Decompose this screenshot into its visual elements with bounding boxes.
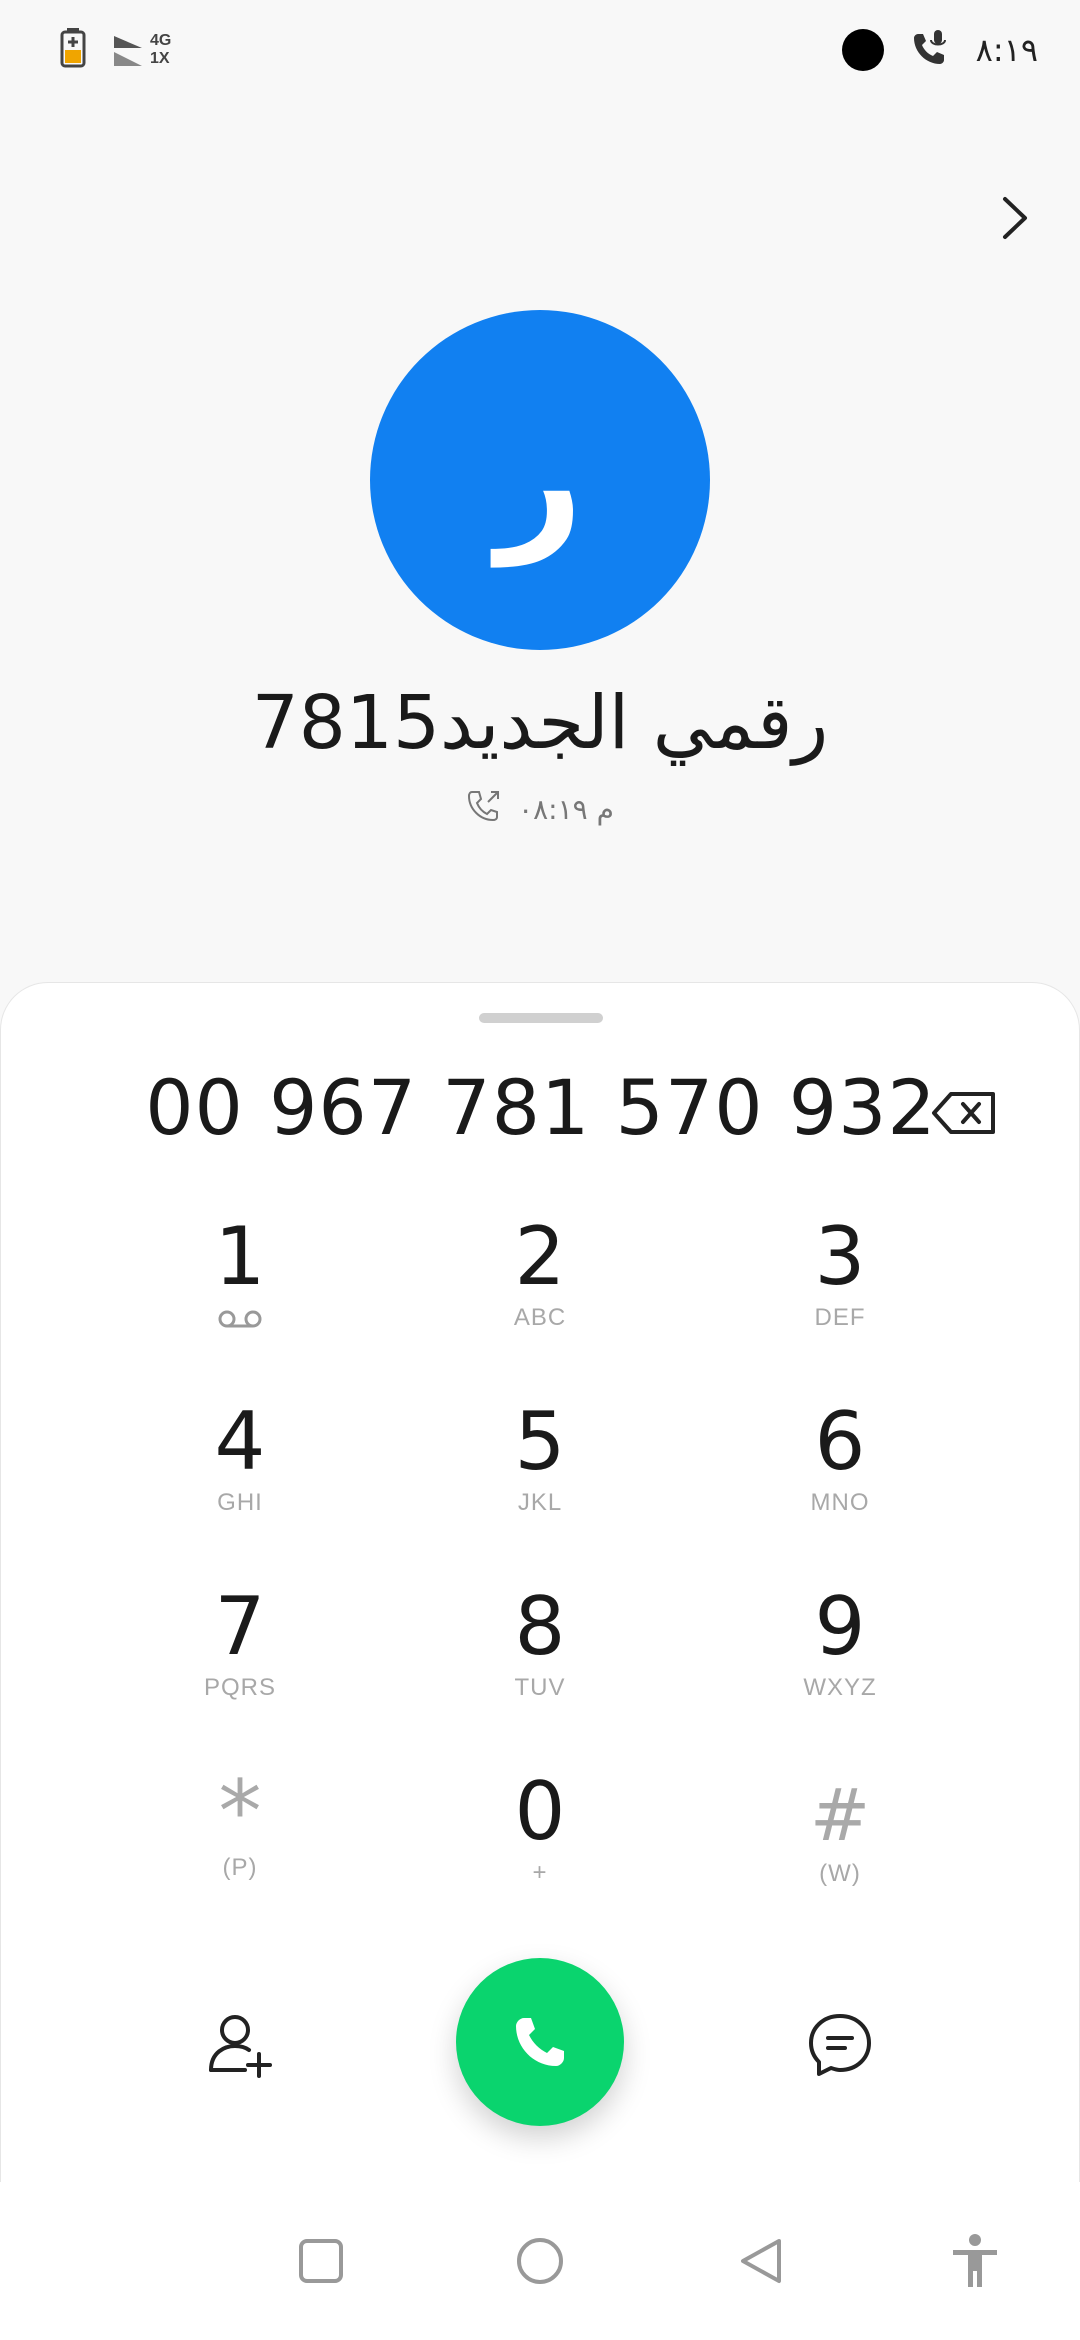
signal-icon: 4G 1X	[114, 30, 171, 70]
key-digit: 9	[814, 1580, 866, 1673]
camera-cutout	[841, 29, 884, 71]
key-letters: JKL	[517, 1489, 563, 1516]
message-icon	[809, 2014, 871, 2076]
key-letters: +	[532, 1859, 548, 1886]
key-6[interactable]: 6 MNO	[730, 1397, 950, 1547]
key-1[interactable]: 1	[130, 1212, 350, 1362]
key-7[interactable]: 7 PQRS	[130, 1582, 350, 1732]
key-digit: 3	[814, 1210, 866, 1303]
message-button[interactable]	[805, 2010, 875, 2080]
status-bar: 4G 1X ٨:١٩	[0, 0, 1080, 105]
triangle-back-icon	[741, 2239, 781, 2283]
key-digit: 0	[514, 1765, 566, 1858]
call-button[interactable]	[456, 1958, 624, 2126]
call-time: م ٠٨:١٩	[518, 793, 614, 826]
phone-icon	[516, 2018, 564, 2066]
key-letters: MNO	[810, 1489, 870, 1516]
key-star[interactable]: * (P)	[130, 1762, 350, 1922]
key-letters: ABC	[513, 1304, 567, 1331]
key-digit: 4	[214, 1395, 266, 1488]
key-0[interactable]: 0 +	[430, 1767, 650, 1917]
key-digit: 6	[814, 1395, 866, 1488]
details-chevron[interactable]	[984, 188, 1044, 248]
outgoing-call-icon	[466, 788, 502, 831]
chevron-right-icon	[1003, 197, 1027, 239]
key-8[interactable]: 8 TUV	[430, 1582, 650, 1732]
dialer-screen: 4G 1X ٨:١٩ ر رقمي الجديد7815 م ٠٨:١٩ 00 …	[0, 0, 1080, 2340]
backspace-icon	[932, 1092, 995, 1134]
key-letters: TUV	[514, 1674, 566, 1701]
key-digit: 1	[214, 1210, 266, 1303]
key-5[interactable]: 5 JKL	[430, 1397, 650, 1547]
nav-recents-button[interactable]	[286, 2226, 356, 2296]
key-digit: 8	[514, 1580, 566, 1673]
key-digit: 5	[514, 1395, 566, 1488]
dialed-number[interactable]: 00 967 781 570 932	[1, 1063, 1080, 1152]
key-letters: GHI	[217, 1489, 263, 1516]
key-letters: (P)	[222, 1854, 258, 1881]
circle-icon	[517, 2238, 563, 2284]
key-digit: *	[218, 1762, 262, 1862]
key-digit: 2	[514, 1210, 566, 1303]
contact-avatar: ر	[370, 310, 710, 650]
contact-name: رقمي الجديد7815	[251, 680, 829, 766]
key-2[interactable]: 2 ABC	[430, 1212, 650, 1362]
key-letters: PQRS	[203, 1674, 276, 1701]
key-digit: 7	[214, 1580, 266, 1673]
key-letters: DEF	[814, 1304, 866, 1331]
key-digit: #	[809, 1773, 871, 1857]
key-9[interactable]: 9 WXYZ	[730, 1582, 950, 1732]
add-contact-icon	[209, 2015, 272, 2078]
nav-home-button[interactable]	[505, 2226, 575, 2296]
network-1x-label: 1X	[150, 50, 170, 67]
clock: ٨:١٩	[975, 31, 1038, 69]
key-3[interactable]: 3 DEF	[730, 1212, 950, 1362]
battery-icon	[60, 28, 86, 72]
key-hash[interactable]: # (W)	[730, 1772, 950, 1922]
key-4[interactable]: 4 GHI	[130, 1397, 350, 1547]
key-letters: (W)	[819, 1860, 861, 1887]
accessibility-icon	[953, 2234, 997, 2287]
accessibility-button[interactable]	[940, 2226, 1010, 2296]
call-mic-icon	[910, 28, 950, 72]
backspace-button[interactable]	[929, 1083, 999, 1143]
sheet-handle[interactable]	[479, 1013, 603, 1023]
network-4g-label: 4G	[150, 32, 172, 49]
square-icon	[299, 2239, 343, 2283]
navigation-bar	[0, 2182, 1080, 2340]
status-right: ٨:١٩	[841, 28, 1038, 72]
call-meta: م ٠٨:١٩	[0, 788, 1080, 831]
nav-back-button[interactable]	[726, 2226, 796, 2296]
key-letters: WXYZ	[803, 1674, 877, 1701]
voicemail-icon	[217, 1308, 263, 1334]
add-contact-button[interactable]	[205, 2010, 275, 2080]
status-left: 4G 1X	[60, 28, 171, 72]
